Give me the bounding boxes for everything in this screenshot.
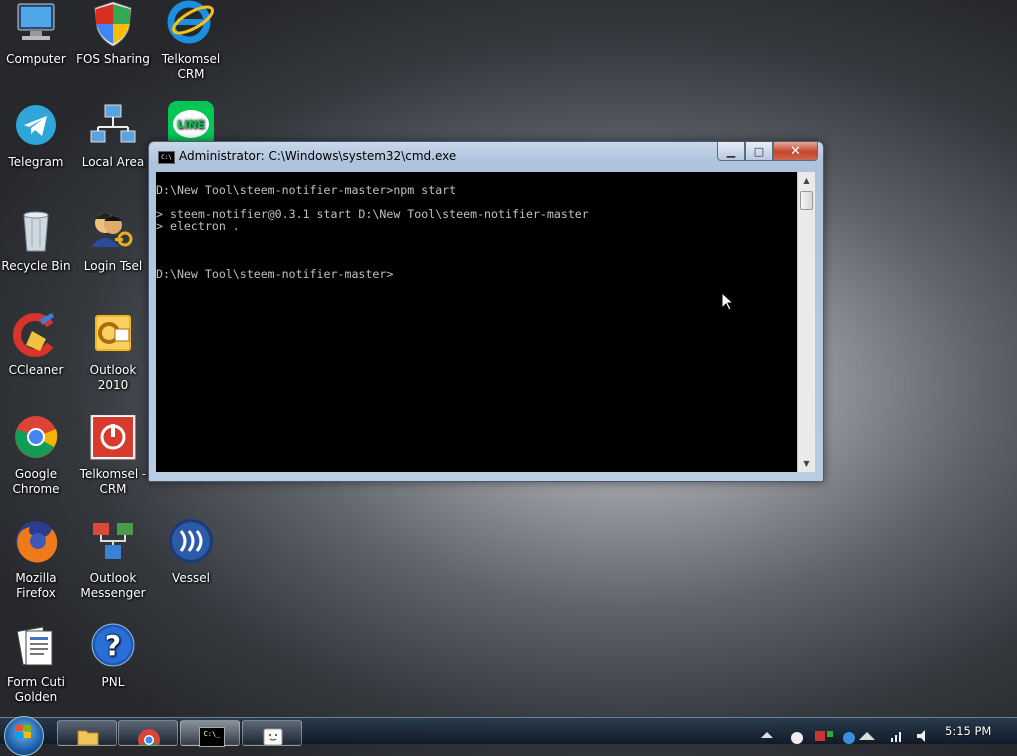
vertical-scrollbar[interactable]: ▲ ▼ [797,172,815,472]
desktop-icon-label: FOS Sharing [76,52,150,66]
firefox-icon [12,519,60,567]
desktop-icon-vessel[interactable]: Vessel [154,519,228,586]
minimize-button[interactable]: ▁ [717,142,745,161]
desktop-icon-computer[interactable]: Computer [0,0,73,67]
computer-icon [12,0,60,48]
scroll-up-icon[interactable]: ▲ [798,172,815,189]
close-button[interactable]: ✕ [773,142,818,161]
window-titlebar[interactable]: C:\ Administrator: C:\Windows\system32\c… [149,142,823,170]
desktop-icon-label: Outlook Messenger [80,571,146,600]
desktop-icon-pnl[interactable]: ? PNL [76,623,150,690]
scroll-thumb[interactable] [800,191,813,210]
tray-icons [761,730,925,744]
svg-text:LINE: LINE [177,118,205,131]
messenger-icon [89,519,137,567]
desktop-icon-telegram[interactable]: Telegram [0,103,73,170]
desktop-icon-label: Computer [6,52,66,66]
console-line: > electron . [156,219,240,233]
telegram-icon [12,103,60,151]
app-face-icon [261,727,285,746]
desktop-icon-telkomsel-crm-2[interactable]: Telkomsel - CRM [76,414,150,497]
console-prompt: D:\New Tool\steem-notifier-master> [156,267,394,281]
desktop-icon-label: CCleaner [8,363,64,377]
console-line: D:\New Tool\steem-notifier-master>npm st… [156,183,457,197]
desktop-icon-label: Telegram [8,155,64,169]
taskbar-item-chrome[interactable] [118,720,178,751]
desktop-icon-ccleaner[interactable]: CCleaner [0,311,73,378]
power-icon [89,414,137,463]
maximize-button[interactable]: □ [745,142,773,161]
desktop-icon-label: Local Area [81,155,145,169]
help-icon: ? [89,623,137,671]
desktop-icon-label: Vessel [172,571,210,585]
taskbar-item-app[interactable] [242,720,302,746]
chrome-icon [137,727,161,751]
svg-text:?: ? [105,629,121,662]
desktop-icon-label: Telkomsel - CRM [79,467,147,496]
outlook-icon [89,311,137,359]
start-button[interactable] [4,716,44,756]
desktop-icon-outlook-messenger[interactable]: Outlook Messenger [76,519,150,601]
desktop-icon-outlook[interactable]: Outlook 2010 [76,311,150,393]
desktop-icon-local-area[interactable]: Local Area [76,103,150,170]
desktop-icon-label: Form Cuti Golden [6,675,66,704]
window-title: Administrator: C:\Windows\system32\cmd.e… [179,149,457,163]
user-key-icon [89,207,137,255]
desktop-icon-label: Telkomsel CRM [161,52,221,81]
desktop-icon-recycle-bin[interactable]: Recycle Bin [0,207,73,274]
console-line: > steem-notifier@0.3.1 start D:\New Tool… [156,207,589,221]
console-output[interactable]: D:\New Tool\steem-notifier-master>npm st… [156,172,797,472]
desktop-icon-label: Google Chrome [12,467,60,496]
cmd-icon: C:\_ [199,727,225,747]
desktop-icon-label: Outlook 2010 [89,363,137,392]
desktop-icon-login-tsel[interactable]: Login Tsel [76,207,150,274]
steem-icon [167,519,215,567]
network-icon [89,103,137,151]
taskbar-clock[interactable]: 5:15 PM [945,724,991,738]
chrome-icon [12,415,60,463]
document-icon [12,623,60,671]
recycle-bin-icon [12,207,60,255]
desktop-icon-telkomsel-crm[interactable]: Telkomsel CRM [154,0,228,82]
desktop-icon-form-cuti[interactable]: Form Cuti Golden [0,623,73,705]
folder-icon [76,727,100,746]
mouse-cursor-icon [721,291,735,315]
desktop-icon-fos-sharing[interactable]: FOS Sharing [76,0,150,67]
desktop-icon-label: Recycle Bin [1,259,71,273]
desktop-icon-firefox[interactable]: Mozilla Firefox [0,519,73,601]
taskbar-item-explorer[interactable] [57,720,117,746]
internet-explorer-icon [167,0,215,48]
cmd-icon: C:\ [158,151,175,164]
desktop-icon-label: PNL [101,675,125,689]
ccleaner-icon [12,311,60,359]
shield-icon [89,0,137,48]
taskbar: C:\_ [0,716,1017,756]
desktop-icon-label: Login Tsel [83,259,143,273]
scroll-down-icon[interactable]: ▼ [798,455,815,472]
desktop-icon-chrome[interactable]: Google Chrome [0,415,73,497]
taskbar-item-cmd[interactable]: C:\_ [180,720,240,747]
desktop-icon-label: Mozilla Firefox [15,571,57,600]
